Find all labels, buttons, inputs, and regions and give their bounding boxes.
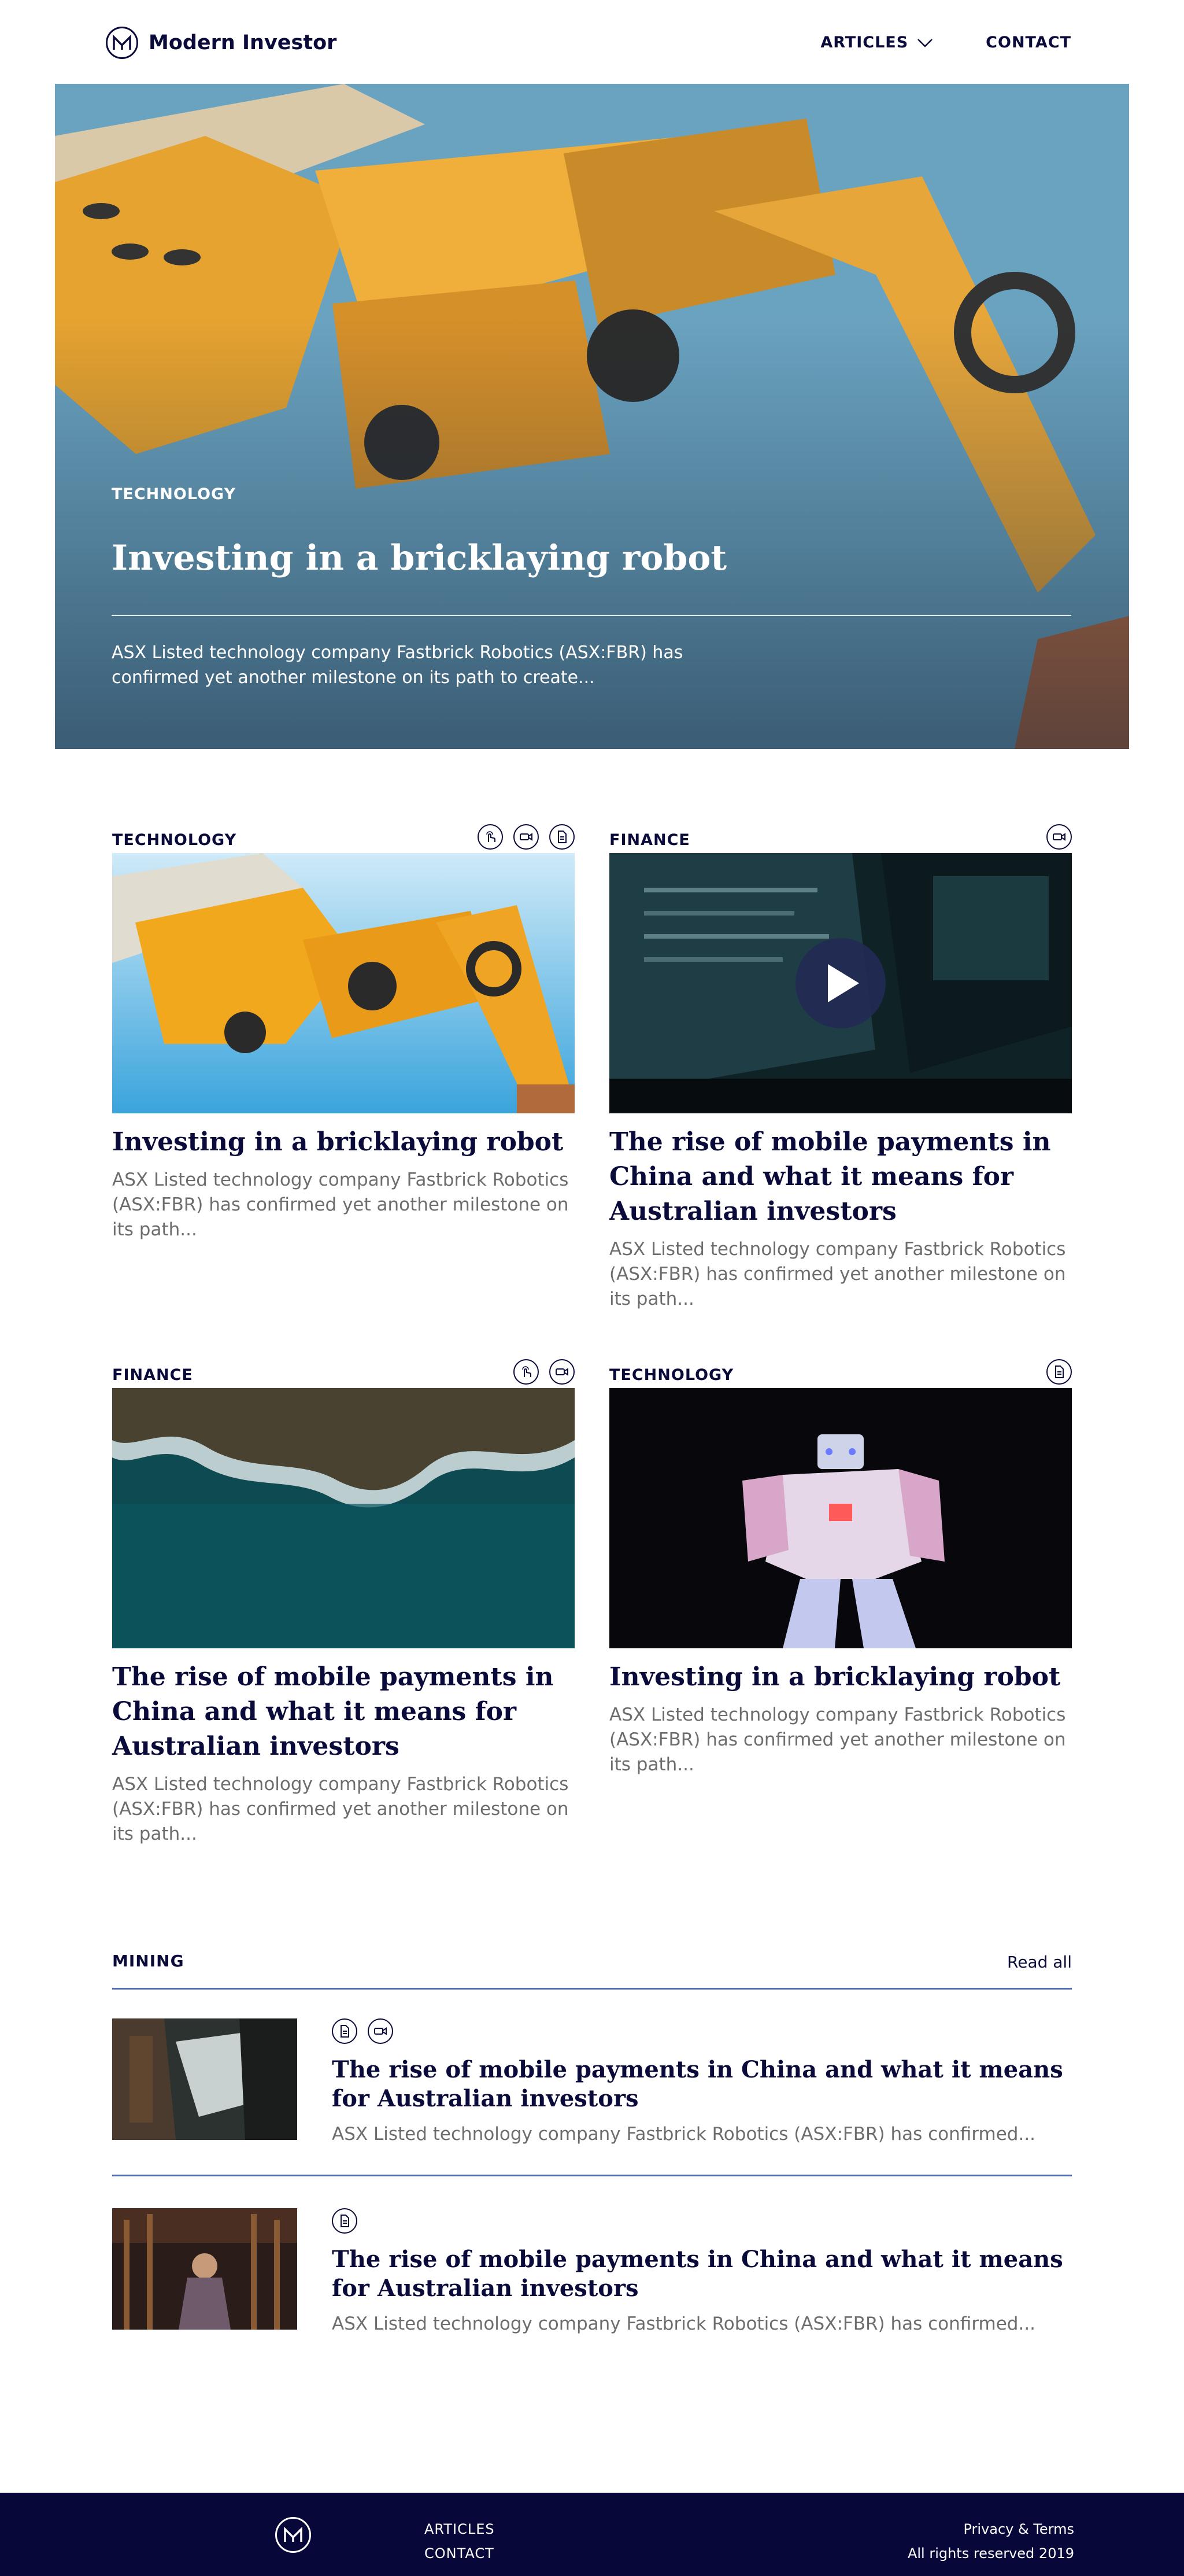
list-item[interactable]: The rise of mobile payments in China and…: [112, 2208, 1072, 2335]
list-item-title[interactable]: The rise of mobile payments in China and…: [332, 2245, 1072, 2303]
article-card[interactable]: TECHNOLOGY Investing in a bricklaying ro…: [609, 1359, 1072, 1777]
main-nav: ARTICLES CONTACT: [820, 34, 1071, 51]
footer-legal: Privacy & Terms All rights reserved 2019: [908, 2517, 1074, 2566]
touch-icon: [513, 1359, 539, 1385]
card-excerpt: ASX Listed technology company Fastbrick …: [112, 1774, 569, 1844]
document-icon: [332, 2208, 357, 2234]
hero-feature[interactable]: TECHNOLOGY Investing in a bricklaying ro…: [55, 84, 1129, 749]
list-divider: [112, 2175, 1072, 2176]
footer-links: ARTICLES CONTACT: [424, 2517, 495, 2566]
site-footer: ARTICLES CONTACT Privacy & Terms All rig…: [0, 2493, 1184, 2576]
site-logo[interactable]: Modern Investor: [106, 27, 336, 59]
card-category[interactable]: FINANCE: [112, 1366, 193, 1384]
article-card[interactable]: TECHNOLOGY Investing in a bricklaying ro…: [112, 824, 575, 1242]
hero-divider: [112, 615, 1071, 616]
read-all-link[interactable]: Read all: [1007, 1953, 1072, 1972]
article-card[interactable]: FINANCE The rise of mobile payments in C…: [112, 1359, 575, 1847]
card-title[interactable]: Investing in a bricklaying robot: [609, 1660, 1072, 1695]
footer-logo-icon[interactable]: [275, 2517, 311, 2553]
card-excerpt: ASX Listed technology company Fastbrick …: [609, 1704, 1066, 1775]
card-category[interactable]: FINANCE: [609, 831, 690, 849]
copyright-text: All rights reserved 2019: [907, 2545, 1074, 2562]
list-item[interactable]: The rise of mobile payments in China and…: [112, 2018, 1072, 2146]
card-category[interactable]: TECHNOLOGY: [609, 1366, 734, 1384]
list-item-title[interactable]: The rise of mobile payments in China and…: [332, 2055, 1072, 2113]
card-image[interactable]: [609, 853, 1072, 1113]
document-icon: [1046, 1359, 1072, 1385]
video-icon: [513, 824, 539, 850]
list-item-excerpt: ASX Listed technology company Fastbrick …: [332, 2313, 1036, 2334]
footer-link-articles[interactable]: ARTICLES: [424, 2517, 495, 2541]
site-header: Modern Investor ARTICLES CONTACT: [0, 0, 1184, 84]
nav-articles[interactable]: ARTICLES: [820, 34, 934, 51]
hero-title[interactable]: Investing in a bricklaying robot: [112, 538, 727, 578]
logo-mark-icon: [106, 27, 138, 59]
list-item-image[interactable]: [112, 2208, 297, 2330]
footer-link-contact[interactable]: CONTACT: [424, 2541, 495, 2566]
card-excerpt: ASX Listed technology company Fastbrick …: [112, 1169, 569, 1240]
video-icon: [368, 2018, 393, 2044]
card-title[interactable]: The rise of mobile payments in China and…: [112, 1660, 575, 1764]
chevron-down-icon: [917, 38, 933, 47]
site-name: Modern Investor: [149, 31, 337, 54]
nav-articles-label: ARTICLES: [820, 34, 909, 51]
card-title[interactable]: Investing in a bricklaying robot: [112, 1125, 575, 1160]
card-category[interactable]: TECHNOLOGY: [112, 831, 236, 849]
touch-icon: [478, 824, 503, 850]
document-icon: [549, 824, 575, 850]
video-icon: [1046, 824, 1072, 850]
card-title[interactable]: The rise of mobile payments in China and…: [609, 1125, 1072, 1229]
nav-contact[interactable]: CONTACT: [986, 34, 1071, 51]
document-icon: [332, 2018, 357, 2044]
article-card[interactable]: FINANCE The rise of mobile payments in C…: [609, 824, 1072, 1312]
hero-category[interactable]: TECHNOLOGY: [112, 485, 236, 503]
section-header-mining: MINING Read all: [112, 1949, 1072, 1990]
hero-excerpt: ASX Listed technology company Fastbrick …: [112, 643, 683, 688]
privacy-terms-link[interactable]: Privacy & Terms: [908, 2517, 1074, 2541]
nav-contact-label: CONTACT: [986, 34, 1071, 51]
list-item-image[interactable]: [112, 2018, 297, 2140]
list-item-excerpt: ASX Listed technology company Fastbrick …: [332, 2124, 1036, 2145]
video-icon: [549, 1359, 575, 1385]
section-title[interactable]: MINING: [112, 1951, 184, 1970]
card-image[interactable]: [112, 1388, 575, 1648]
card-image[interactable]: [609, 1388, 1072, 1648]
card-image[interactable]: [112, 853, 575, 1113]
card-excerpt: ASX Listed technology company Fastbrick …: [609, 1239, 1066, 1309]
